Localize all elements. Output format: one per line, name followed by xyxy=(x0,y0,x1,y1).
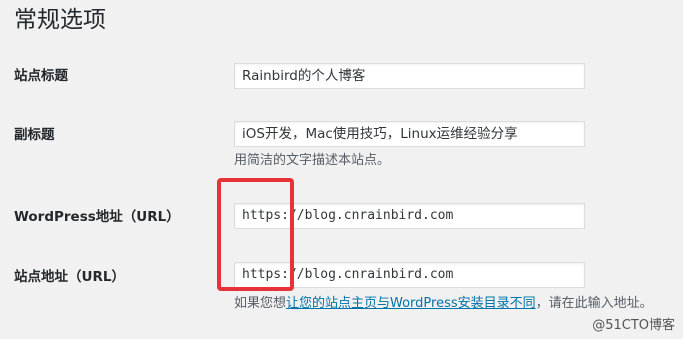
site-title-label: 站点标题 xyxy=(14,68,68,84)
tagline-label: 副标题 xyxy=(14,127,55,143)
site-address-description-prefix: 如果您想 xyxy=(234,296,287,311)
watermark: @51CTO博客 xyxy=(592,318,675,333)
site-title-input[interactable]: Rainbird的个人博客 xyxy=(234,63,585,89)
site-address-help-link[interactable]: 让您的站点主页与WordPress安装目录不同 xyxy=(286,296,536,311)
site-address-description-suffix: ，请在此输入地址。 xyxy=(535,296,653,311)
page-title: 常规选项 xyxy=(14,7,106,33)
site-address-description: 如果您想让您的站点主页与WordPress安装目录不同，请在此输入地址。 xyxy=(234,295,653,313)
site-address-input[interactable]: https://blog.cnrainbird.com xyxy=(234,262,585,288)
site-address-label: 站点地址（URL） xyxy=(14,269,125,285)
tagline-input[interactable]: iOS开发，Mac使用技巧，Linux运维经验分享 xyxy=(234,121,585,147)
tagline-description: 用简洁的文字描述本站点。 xyxy=(234,153,391,168)
wordpress-address-label: WordPress地址（URL） xyxy=(14,209,180,225)
wordpress-address-input[interactable]: https://blog.cnrainbird.com xyxy=(234,203,585,229)
